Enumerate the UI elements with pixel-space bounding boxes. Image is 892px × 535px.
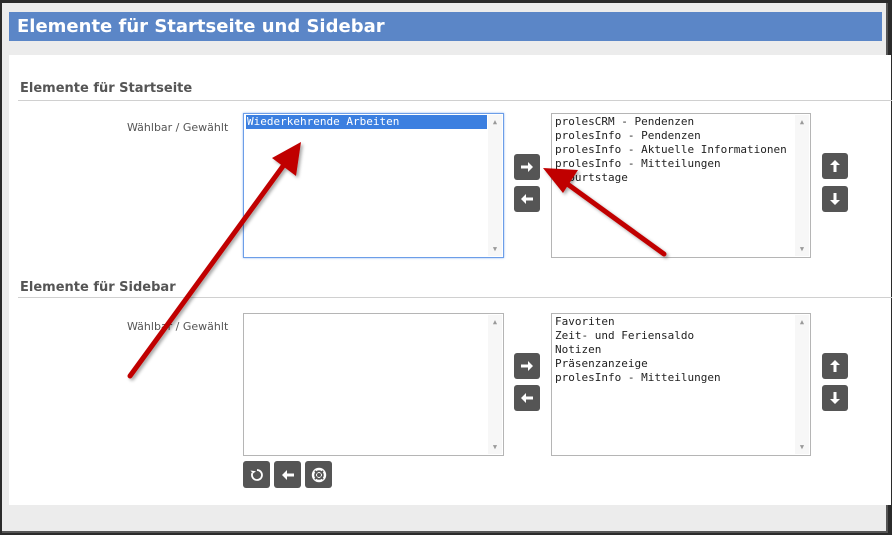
content-panel: Elemente für Startseite Wählbar / Gewähl… [9, 55, 892, 505]
scrollbar[interactable]: ▲ ▼ [795, 115, 809, 256]
startseite-selected-list[interactable]: prolesCRM - Pendenzen prolesInfo - Pende… [551, 113, 811, 258]
move-up-button[interactable] [822, 153, 848, 179]
list-item[interactable]: prolesInfo - Aktuelle Informationen [554, 143, 794, 157]
list-item[interactable]: Favoriten [554, 315, 794, 329]
move-right-button[interactable] [514, 154, 540, 180]
scroll-down-icon[interactable]: ▼ [488, 441, 502, 453]
list-item[interactable]: Präsenzanzeige [554, 357, 794, 371]
scroll-down-icon[interactable]: ▼ [795, 441, 809, 453]
scroll-up-icon[interactable]: ▲ [488, 316, 502, 328]
available-selected-label: Wählbar / Gewählt [127, 121, 229, 134]
list-item[interactable]: Zeit- und Feriensaldo [554, 329, 794, 343]
back-button[interactable] [274, 461, 301, 488]
refresh-icon [250, 468, 263, 481]
scrollbar[interactable]: ▲ ▼ [795, 315, 809, 454]
arrow-down-icon [830, 193, 840, 205]
scrollbar[interactable]: ▲ ▼ [488, 315, 502, 454]
startseite-available-list[interactable]: Wiederkehrende Arbeiten ▲ ▼ [243, 113, 504, 258]
scroll-down-icon[interactable]: ▼ [795, 243, 809, 255]
scroll-up-icon[interactable]: ▲ [488, 116, 502, 128]
section-divider [18, 100, 892, 101]
move-left-button[interactable] [514, 186, 540, 212]
help-button[interactable] [305, 461, 332, 488]
move-left-button[interactable] [514, 385, 540, 411]
list-item[interactable]: prolesInfo - Mitteilungen [554, 371, 794, 385]
arrow-left-icon [281, 469, 294, 480]
section-title-sidebar: Elemente für Sidebar [20, 280, 176, 295]
sidebar-available-list[interactable]: ▲ ▼ [243, 313, 504, 456]
lifebuoy-icon [311, 467, 326, 482]
list-item[interactable]: prolesInfo - Pendenzen [554, 129, 794, 143]
list-item[interactable]: prolesInfo - Mitteilungen [554, 157, 794, 171]
arrow-left-icon [521, 194, 533, 204]
move-down-button[interactable] [822, 186, 848, 212]
scroll-down-icon[interactable]: ▼ [488, 243, 502, 255]
scroll-up-icon[interactable]: ▲ [795, 316, 809, 328]
list-item[interactable]: Wiederkehrende Arbeiten [246, 115, 487, 129]
move-down-button[interactable] [822, 385, 848, 411]
section-divider [18, 297, 892, 298]
move-right-button[interactable] [514, 353, 540, 379]
arrow-down-icon [830, 392, 840, 404]
list-item[interactable]: Notizen [554, 343, 794, 357]
move-up-button[interactable] [822, 353, 848, 379]
page-title: Elemente für Startseite und Sidebar [9, 12, 882, 41]
arrow-left-icon [521, 393, 533, 403]
list-item[interactable]: Geburtstage [554, 171, 794, 185]
refresh-button[interactable] [243, 461, 270, 488]
section-title-startseite: Elemente für Startseite [20, 81, 193, 96]
arrow-right-icon [521, 361, 533, 371]
arrow-right-icon [521, 162, 533, 172]
arrow-up-icon [830, 360, 840, 372]
arrow-up-icon [830, 160, 840, 172]
list-item[interactable]: prolesCRM - Pendenzen [554, 115, 794, 129]
scroll-up-icon[interactable]: ▲ [795, 116, 809, 128]
available-selected-label: Wählbar / Gewählt [127, 320, 229, 333]
scrollbar[interactable]: ▲ ▼ [488, 115, 502, 256]
sidebar-selected-list[interactable]: Favoriten Zeit- und Feriensaldo Notizen … [551, 313, 811, 456]
